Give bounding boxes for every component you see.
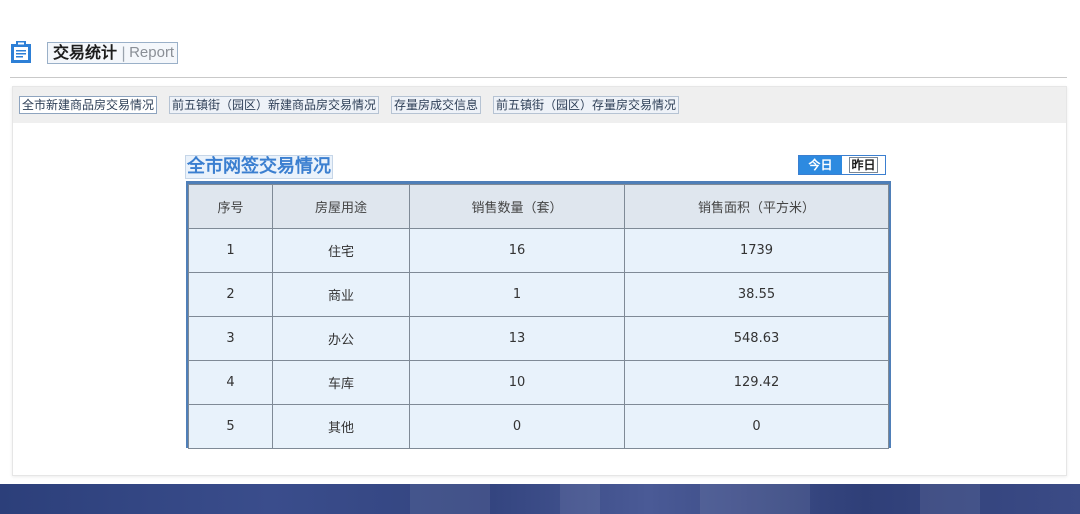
- header-sales-count: 销售数量（套）: [409, 184, 625, 229]
- cell-sales-area: 0: [624, 404, 889, 449]
- header-sales-area: 销售面积（平方米）: [624, 184, 889, 229]
- tab-city-new-housing[interactable]: 全市新建商品房交易情况: [19, 96, 158, 114]
- cell-index: 1: [188, 228, 273, 273]
- table-header-row: 序号 房屋用途 销售数量（套） 销售面积（平方米）: [188, 184, 889, 229]
- tab-top5-towns-existing-housing[interactable]: 前五镇街（园区）存量房交易情况: [493, 96, 680, 114]
- document-icon: [11, 41, 31, 63]
- cell-index: 2: [188, 272, 273, 317]
- cell-sales-area: 129.42: [624, 360, 889, 405]
- today-button[interactable]: 今日: [799, 156, 842, 174]
- cell-sales-area: 548.63: [624, 316, 889, 361]
- stats-table-wrapper: 序号 房屋用途 销售数量（套） 销售面积（平方米） 1 住宅 16 1739 2…: [186, 181, 891, 449]
- table-row: 1 住宅 16 1739: [188, 228, 889, 273]
- cell-usage: 住宅: [272, 228, 410, 273]
- header-index: 序号: [188, 184, 273, 229]
- table-row: 2 商业 1 38.55: [188, 272, 889, 317]
- tab-bar: 全市新建商品房交易情况 前五镇街（园区）新建商品房交易情况 存量房成交信息 前五…: [13, 87, 1066, 123]
- cell-sales-count: 10: [409, 360, 625, 405]
- tab-top5-towns-new-housing[interactable]: 前五镇街（园区）新建商品房交易情况: [169, 96, 380, 114]
- cell-sales-count: 0: [409, 404, 625, 449]
- title-separator: |: [121, 44, 127, 62]
- cell-usage: 办公: [272, 316, 410, 361]
- table-row: 5 其他 0 0: [188, 404, 889, 449]
- cell-sales-count: 1: [409, 272, 625, 317]
- cell-usage: 其他: [272, 404, 410, 449]
- cell-sales-count: 13: [409, 316, 625, 361]
- cell-usage: 商业: [272, 272, 410, 317]
- tab-existing-housing-deals[interactable]: 存量房成交信息: [391, 96, 482, 114]
- stats-table: 序号 房屋用途 销售数量（套） 销售面积（平方米） 1 住宅 16 1739 2…: [188, 184, 889, 449]
- yesterday-button[interactable]: 昨日: [842, 156, 885, 174]
- cell-index: 5: [188, 404, 273, 449]
- page-title-main: 交易统计: [53, 43, 118, 62]
- cell-index: 4: [188, 360, 273, 405]
- page-title: 交易统计 | Report: [47, 42, 179, 64]
- page-header: 交易统计 | Report: [10, 40, 1067, 78]
- content-panel: 全市新建商品房交易情况 前五镇街（园区）新建商品房交易情况 存量房成交信息 前五…: [12, 86, 1067, 476]
- table-row: 3 办公 13 548.63: [188, 316, 889, 361]
- cell-sales-area: 38.55: [624, 272, 889, 317]
- cell-index: 3: [188, 316, 273, 361]
- page-title-sub: Report: [129, 44, 175, 61]
- footer-banner: [0, 484, 1080, 514]
- cell-sales-count: 16: [409, 228, 625, 273]
- cell-sales-area: 1739: [624, 228, 889, 273]
- yesterday-label: 昨日: [849, 157, 878, 173]
- header-usage: 房屋用途: [272, 184, 410, 229]
- table-row: 4 车库 10 129.42: [188, 360, 889, 405]
- day-toggle: 今日 昨日: [798, 155, 886, 175]
- section-title: 全市网签交易情况: [185, 155, 333, 179]
- cell-usage: 车库: [272, 360, 410, 405]
